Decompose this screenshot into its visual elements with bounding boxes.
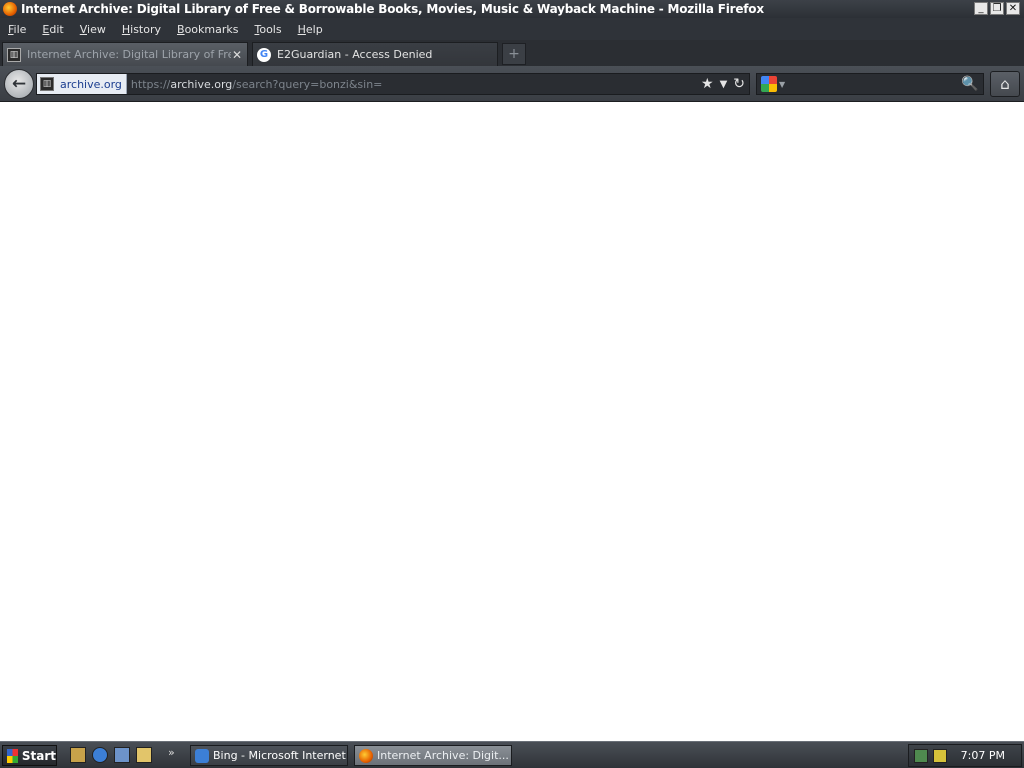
menu-view[interactable]: View <box>80 23 106 36</box>
menu-help[interactable]: Help <box>298 23 323 36</box>
google-icon: G <box>257 47 271 62</box>
tab-e2guardian[interactable]: G E2Guardian - Access Denied <box>252 42 498 66</box>
window-controls: _ ❐ ✕ <box>974 2 1020 15</box>
menu-bookmarks[interactable]: Bookmarks <box>177 23 238 36</box>
restore-button[interactable]: ❐ <box>990 2 1004 15</box>
minimize-button[interactable]: _ <box>974 2 988 15</box>
identity-host: archive.org <box>60 77 122 91</box>
menu-edit[interactable]: Edit <box>42 23 63 36</box>
security-icon[interactable] <box>933 748 947 763</box>
reload-icon[interactable]: ↻ <box>733 76 745 92</box>
quick-launch-more-icon[interactable]: » <box>168 746 175 759</box>
quick-launch <box>70 747 152 763</box>
menu-file[interactable]: File <box>8 23 26 36</box>
magnifier-icon[interactable]: 🔍 <box>961 76 979 92</box>
new-tab-button[interactable]: + <box>502 43 526 65</box>
taskbar: Start » Bing - Microsoft Internet ... In… <box>0 741 1024 768</box>
start-button[interactable]: Start <box>2 745 57 766</box>
menu-history[interactable]: History <box>122 23 161 36</box>
show-desktop-icon[interactable] <box>70 747 86 763</box>
bookmark-star-icon[interactable]: ★ <box>701 76 714 92</box>
window-title: Internet Archive: Digital Library of Fre… <box>21 2 764 16</box>
url-bar[interactable]: ▥ archive.org https://archive.org/search… <box>36 73 750 95</box>
archive-icon: ▥ <box>40 77 54 91</box>
outlook-express-icon[interactable] <box>114 747 130 763</box>
taskbar-item-firefox[interactable]: Internet Archive: Digit... <box>354 745 512 766</box>
archive-icon: ▥ <box>7 47 21 62</box>
firefox-icon <box>359 748 373 763</box>
url-bar-icons: ★ ▼ ↻ <box>701 74 745 94</box>
taskbar-item-bing[interactable]: Bing - Microsoft Internet ... <box>190 745 348 766</box>
engine-dropdown-icon[interactable]: ▼ <box>779 80 785 89</box>
start-label: Start <box>21 748 56 763</box>
search-input[interactable] <box>789 75 961 93</box>
clock[interactable]: 7:07 PM <box>961 749 1005 762</box>
url-text[interactable]: https://archive.org/search?query=bonzi&s… <box>131 78 382 91</box>
ie-icon <box>195 748 209 763</box>
taskbar-item-label: Internet Archive: Digit... <box>377 749 509 762</box>
page-content <box>0 102 1024 741</box>
taskbar-item-label: Bing - Microsoft Internet ... <box>213 749 347 762</box>
windows-flag-icon <box>7 748 18 763</box>
tab-label: E2Guardian - Access Denied <box>277 48 433 61</box>
system-tray: 7:07 PM <box>908 744 1022 767</box>
navigation-bar: ← ▥ archive.org https://archive.org/sear… <box>0 66 1024 102</box>
title-bar: Internet Archive: Digital Library of Fre… <box>0 0 1024 18</box>
google-engine-icon[interactable] <box>761 76 777 92</box>
close-tab-icon[interactable]: ✕ <box>231 48 243 62</box>
tab-strip: ▥ Internet Archive: Digital Library of F… <box>0 40 1024 66</box>
windows-media-icon[interactable] <box>136 747 152 763</box>
close-button[interactable]: ✕ <box>1006 2 1020 15</box>
internet-explorer-icon[interactable] <box>92 747 108 763</box>
history-dropdown-icon[interactable]: ▼ <box>720 79 728 90</box>
home-button[interactable]: ⌂ <box>990 71 1020 97</box>
site-identity-button[interactable]: ▥ archive.org <box>37 74 127 94</box>
back-button[interactable]: ← <box>4 69 34 99</box>
menu-bar: File Edit View History Bookmarks Tools H… <box>0 18 1024 40</box>
search-bar: ▼ 🔍 <box>756 73 984 95</box>
firefox-logo-icon <box>3 2 17 16</box>
menu-tools[interactable]: Tools <box>254 23 281 36</box>
tab-label: Internet Archive: Digital Library of Fre… <box>27 48 231 61</box>
tab-internet-archive[interactable]: ▥ Internet Archive: Digital Library of F… <box>2 42 248 66</box>
network-icon[interactable] <box>914 748 928 763</box>
